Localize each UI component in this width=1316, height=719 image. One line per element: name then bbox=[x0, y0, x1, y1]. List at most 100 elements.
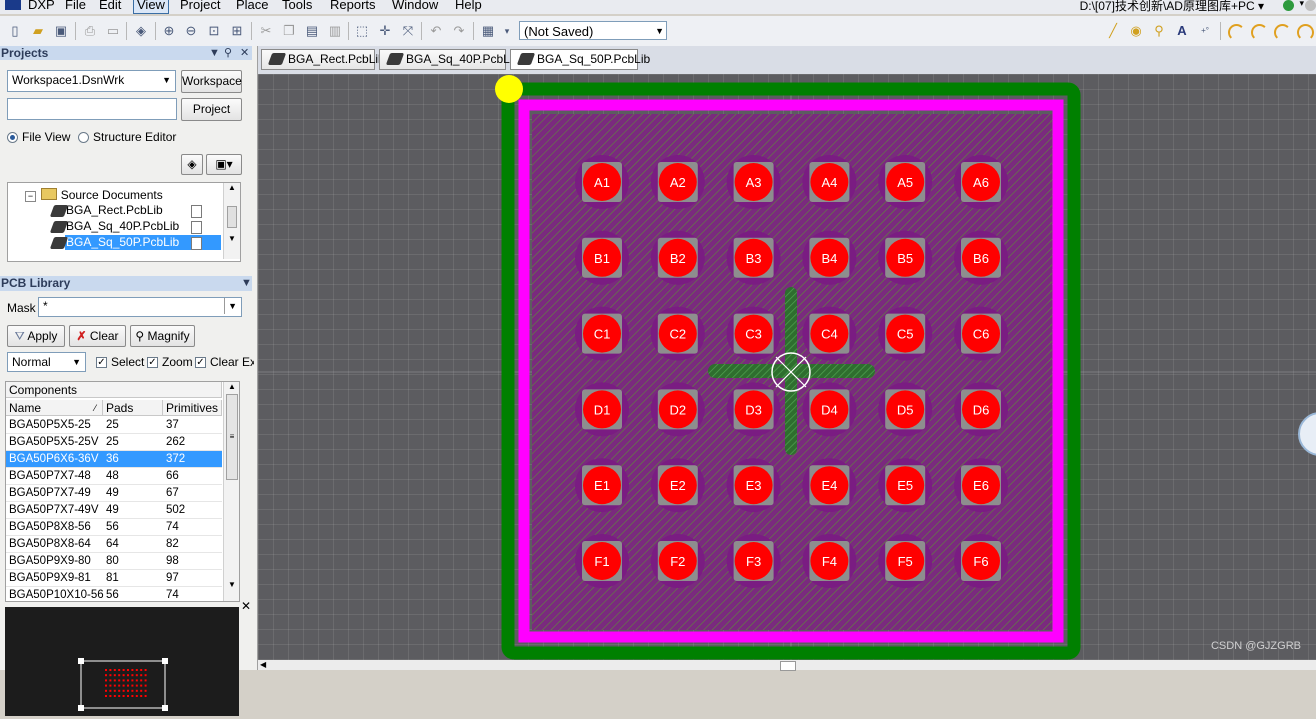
column-header-name[interactable]: Name ⁄ bbox=[6, 400, 103, 416]
menu-file[interactable]: File bbox=[62, 0, 89, 13]
component-row[interactable]: BGA50P8X8-64 64 82 bbox=[6, 536, 222, 553]
bga-pad[interactable]: C3 bbox=[726, 306, 781, 361]
component-row[interactable]: BGA50P5X5-25 25 37 bbox=[6, 417, 222, 434]
project-field[interactable] bbox=[7, 98, 177, 120]
menu-edit[interactable]: Edit bbox=[96, 0, 124, 13]
bga-pad[interactable]: B2 bbox=[650, 230, 705, 285]
column-header-primitives[interactable]: Primitives bbox=[163, 400, 222, 416]
scroll-up-icon[interactable]: ▲ bbox=[224, 382, 239, 391]
place-via-icon[interactable]: ⚲ bbox=[1151, 23, 1167, 39]
tree-scrollbar[interactable]: ▲ ▼ bbox=[223, 183, 240, 259]
move-icon[interactable]: ✛ bbox=[377, 23, 393, 39]
tree-file[interactable]: BGA_Rect.PcbLib bbox=[66, 203, 186, 218]
project-button[interactable]: Project bbox=[181, 98, 242, 121]
zoom-out-icon[interactable]: ⊖ bbox=[183, 23, 199, 39]
clear-button[interactable]: ✗ Clear bbox=[69, 325, 126, 347]
bga-pad[interactable]: B5 bbox=[878, 230, 933, 285]
bga-pad[interactable]: C5 bbox=[878, 306, 933, 361]
bga-pad[interactable]: D1 bbox=[575, 382, 629, 437]
pin-icon[interactable]: ⚲ bbox=[224, 46, 232, 60]
bga-pad[interactable]: D3 bbox=[726, 382, 781, 437]
bga-pad[interactable]: D2 bbox=[650, 382, 705, 437]
bga-pad[interactable]: C6 bbox=[954, 306, 1008, 361]
bga-pad[interactable]: E4 bbox=[802, 458, 857, 513]
apply-button[interactable]: ⛛ Apply bbox=[7, 325, 65, 347]
pcb-canvas[interactable]: A1 A2 A3 A4 A5 A6 B1 B2 B3 B4 B5 B6 C1 C2 C3 C4 C5 C6 D1 D2… bbox=[258, 74, 1316, 660]
component-row-selected[interactable]: BGA50P6X6-36V 36 372 bbox=[6, 451, 222, 468]
tree-folder-source-documents[interactable]: − Source Documents bbox=[25, 188, 163, 203]
place-pad-icon[interactable]: ◉ bbox=[1128, 23, 1144, 39]
layers-icon[interactable]: ◈ bbox=[133, 23, 149, 39]
redo-icon[interactable]: ↷ bbox=[451, 23, 467, 39]
full-circle-icon[interactable] bbox=[1297, 24, 1314, 41]
workspace-button[interactable]: Workspace bbox=[181, 70, 242, 93]
magnify-button[interactable]: ⚲ Magnify bbox=[130, 325, 195, 347]
bga-pad[interactable]: F4 bbox=[802, 534, 857, 588]
bga-pad[interactable]: D6 bbox=[954, 382, 1008, 437]
print-icon[interactable]: ⎙ bbox=[82, 23, 98, 39]
scroll-down-icon[interactable]: ▼ bbox=[224, 234, 240, 243]
print-preview-icon[interactable]: ▭ bbox=[105, 23, 121, 39]
view-config-select[interactable]: (Not Saved) ▼ bbox=[519, 21, 667, 40]
component-row[interactable]: BGA50P9X9-80 80 98 bbox=[6, 553, 222, 570]
component-row[interactable]: BGA50P7X7-49 49 67 bbox=[6, 485, 222, 502]
menu-tools[interactable]: Tools bbox=[279, 0, 315, 13]
structure-editor-radio[interactable] bbox=[78, 132, 89, 143]
bga-pad[interactable]: B4 bbox=[802, 230, 857, 285]
zoom-selected-icon[interactable]: ⊞ bbox=[229, 23, 245, 39]
bga-pad[interactable]: E5 bbox=[878, 458, 933, 513]
bga-pad[interactable]: B6 bbox=[954, 230, 1008, 285]
scroll-down-icon[interactable]: ▼ bbox=[224, 580, 239, 589]
place-line-icon[interactable]: ╱ bbox=[1105, 23, 1121, 39]
bga-pad[interactable]: E2 bbox=[650, 458, 705, 513]
open-icon[interactable]: ▰ bbox=[30, 23, 46, 39]
grid-icon[interactable]: ▦ bbox=[480, 23, 496, 39]
component-row[interactable]: BGA50P7X7-48 48 66 bbox=[6, 468, 222, 485]
component-row[interactable]: BGA50P10X10-56 56 74 bbox=[6, 587, 222, 601]
bga-pad[interactable]: B1 bbox=[575, 230, 629, 285]
footprint-preview[interactable] bbox=[5, 607, 239, 716]
pin1-marker[interactable] bbox=[495, 75, 523, 103]
project-options-button[interactable]: ◈ bbox=[181, 154, 203, 175]
bga-pad[interactable]: F5 bbox=[878, 534, 933, 588]
tab-bga-sq-50p[interactable]: BGA_Sq_50P.PcbLib bbox=[510, 49, 650, 70]
bga-pad[interactable]: F6 bbox=[954, 534, 1008, 588]
canvas-horizontal-scrollbar[interactable]: ◀ bbox=[258, 660, 1316, 671]
menu-view[interactable]: View bbox=[133, 0, 169, 14]
new-icon[interactable]: ▯ bbox=[7, 23, 23, 39]
bga-pad[interactable]: F2 bbox=[650, 534, 705, 588]
bga-pad[interactable]: F3 bbox=[726, 534, 781, 588]
menu-place[interactable]: Place bbox=[233, 0, 272, 13]
menu-dxp[interactable]: DXP bbox=[25, 0, 58, 13]
bga-pad[interactable]: E3 bbox=[726, 458, 781, 513]
bga-pad[interactable]: B3 bbox=[726, 230, 781, 285]
mini-viewer-close-icon[interactable]: ✕ bbox=[241, 599, 251, 613]
paste-icon[interactable]: ▤ bbox=[304, 23, 320, 39]
bga-pad[interactable]: C2 bbox=[650, 306, 705, 361]
tab-bga-rect[interactable]: BGA_Rect.PcbLib bbox=[261, 49, 385, 70]
bga-pad[interactable]: A1 bbox=[575, 155, 629, 209]
bga-pad[interactable]: F1 bbox=[575, 534, 629, 588]
save-icon[interactable]: ▣ bbox=[53, 23, 69, 39]
preview-handle[interactable] bbox=[78, 705, 84, 711]
preview-handle[interactable] bbox=[78, 658, 84, 664]
clear-existing-checkbox[interactable]: ✓ bbox=[195, 357, 206, 368]
column-header-pads[interactable]: Pads bbox=[103, 400, 163, 416]
undo-icon[interactable]: ↶ bbox=[428, 23, 444, 39]
scroll-up-icon[interactable]: ▲ bbox=[224, 183, 240, 192]
bga-pad[interactable]: C4 bbox=[802, 306, 857, 361]
bga-pad[interactable]: D4 bbox=[802, 382, 857, 437]
collapse-icon[interactable]: − bbox=[25, 191, 36, 202]
arc-edge-icon[interactable] bbox=[1251, 24, 1268, 41]
back-nav-icon[interactable] bbox=[1283, 0, 1294, 11]
rubber-stamp-icon[interactable]: ▥ bbox=[327, 23, 343, 39]
close-icon[interactable]: ✕ bbox=[240, 46, 249, 60]
bga-pad[interactable]: A3 bbox=[726, 155, 781, 209]
place-string-icon[interactable]: A bbox=[1174, 23, 1190, 39]
component-row[interactable]: BGA50P7X7-49V 49 502 bbox=[6, 502, 222, 519]
panel-menu-icon[interactable]: ▼ bbox=[209, 46, 220, 60]
bga-pad[interactable]: C1 bbox=[575, 306, 629, 361]
component-row[interactable]: BGA50P5X5-25V 25 262 bbox=[6, 434, 222, 451]
arc-center-icon[interactable] bbox=[1228, 24, 1245, 41]
grid-dropdown-icon[interactable]: ▾ bbox=[499, 23, 515, 39]
